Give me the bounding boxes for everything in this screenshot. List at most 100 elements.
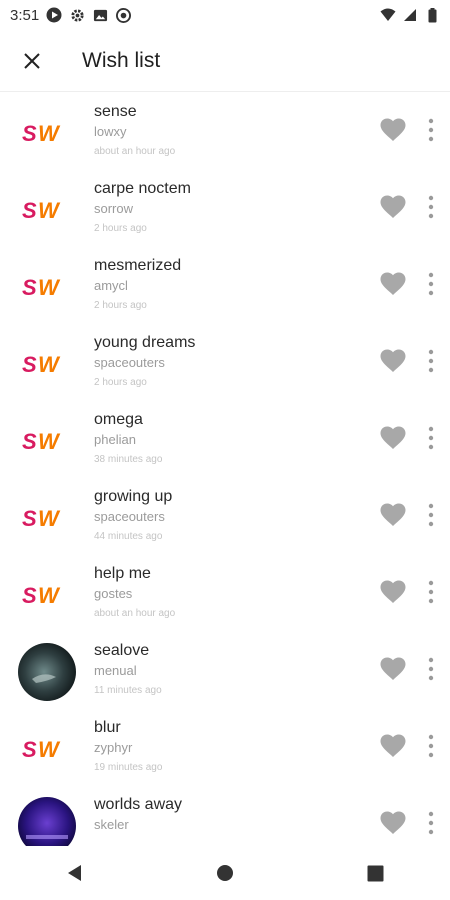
svg-text:S: S <box>22 738 37 760</box>
sw-logo: SW <box>18 258 76 316</box>
list-item-text: help me gostes about an hour ago <box>94 564 175 621</box>
track-artist: phelian <box>94 432 136 447</box>
svg-text:S: S <box>22 584 37 606</box>
sw-logo: SW <box>18 335 76 393</box>
sw-logo: SW <box>18 720 76 778</box>
track-title: help me <box>94 565 151 582</box>
list-item[interactable]: worlds away skeler <box>0 786 450 846</box>
track-artist: zyphyr <box>94 740 133 755</box>
list-item[interactable]: S W omega phelian 38 minutes ago <box>0 401 450 478</box>
favorite-button[interactable] <box>380 118 406 142</box>
favorite-button[interactable] <box>380 349 406 373</box>
list-item[interactable]: S Whelp me gostes about an hour ago <box>0 555 450 632</box>
more-options-button[interactable] <box>420 654 442 684</box>
status-time: 3:51 <box>10 6 40 24</box>
more-options-button[interactable] <box>420 269 442 299</box>
favorite-button[interactable] <box>380 811 406 835</box>
favorite-button[interactable] <box>380 426 406 450</box>
svg-text:S: S <box>22 276 37 298</box>
favorite-button[interactable] <box>380 503 406 527</box>
more-options-button[interactable] <box>420 731 442 761</box>
home-icon <box>217 865 233 881</box>
sw-logo: SW <box>18 489 76 547</box>
favorite-button[interactable] <box>380 195 406 219</box>
close-button[interactable] <box>15 44 49 78</box>
wish-list[interactable]: S Wsense lowxy about an hour ago S Wcarpe noc… <box>0 93 450 846</box>
svg-text:W: W <box>38 353 61 375</box>
favorite-button[interactable] <box>380 580 406 604</box>
added-time: 2 hours ago <box>94 377 147 388</box>
list-item-text: carpe noctem sorrow 2 hours ago <box>94 179 191 236</box>
svg-text:W: W <box>38 584 61 606</box>
added-time: about an hour ago <box>94 608 176 619</box>
heart-icon <box>380 580 406 603</box>
svg-text:W: W <box>38 738 61 760</box>
more-options-button[interactable] <box>420 346 442 376</box>
more-vert-icon <box>428 734 434 758</box>
more-options-button[interactable] <box>420 423 442 453</box>
list-item[interactable]: S W growing up spaceouters 44 minutes ago <box>0 478 450 555</box>
home-button[interactable] <box>205 853 245 893</box>
svg-text:W: W <box>38 276 61 298</box>
more-options-button[interactable] <box>420 577 442 607</box>
more-vert-icon <box>428 580 434 604</box>
list-item-text: blur zyphyr 19 minutes ago <box>94 718 162 775</box>
track-title: carpe noctem <box>94 180 191 197</box>
more-options-button[interactable] <box>420 500 442 530</box>
list-item-text: omega phelian 38 minutes ago <box>94 410 162 467</box>
album-photo <box>18 643 76 701</box>
track-title: young dreams <box>94 334 196 351</box>
track-artist: gostes <box>94 586 133 601</box>
cast-icon <box>115 7 131 23</box>
track-title: sealove <box>94 642 150 659</box>
list-item-text: mesmerized amycl 2 hours ago <box>94 256 181 313</box>
list-item[interactable]: S Wyoung dreams spaceouters 2 hours ago <box>0 324 450 401</box>
sw-logo: SW <box>18 566 76 624</box>
sw-logo: SW <box>18 412 76 470</box>
svg-text:S: S <box>22 199 37 221</box>
album-photo <box>18 797 76 846</box>
list-item[interactable]: S Wmesmerized amycl 2 hours ago <box>0 247 450 324</box>
list-item-text: growing up spaceouters 44 minutes ago <box>94 487 172 544</box>
more-options-button[interactable] <box>420 115 442 145</box>
heart-icon <box>380 349 406 372</box>
list-item[interactable]: sealove menual 11 minutes ago <box>0 632 450 709</box>
track-title: growing up <box>94 488 173 505</box>
svg-text:W: W <box>38 507 61 529</box>
svg-text:S: S <box>22 353 37 375</box>
favorite-button[interactable] <box>380 734 406 758</box>
track-title: sense <box>94 103 137 120</box>
track-artist: amycl <box>94 278 128 293</box>
list-item[interactable]: S Wcarpe noctem sorrow 2 hours ago <box>0 170 450 247</box>
recents-icon <box>367 865 383 881</box>
track-title: blur <box>94 719 121 736</box>
sw-logo: SW <box>18 104 76 162</box>
heart-icon <box>380 503 406 526</box>
track-artist: sorrow <box>94 201 134 216</box>
favorite-button[interactable] <box>380 657 406 681</box>
close-icon <box>24 52 40 69</box>
heart-icon <box>380 734 406 757</box>
back-button[interactable] <box>55 853 95 893</box>
heart-icon <box>380 811 406 834</box>
favorite-button[interactable] <box>380 272 406 296</box>
list-item-text: young dreams spaceouters 2 hours ago <box>94 333 195 390</box>
list-item[interactable]: S Wsense lowxy about an hour ago <box>0 93 450 170</box>
track-title: omega <box>94 411 143 428</box>
added-time: 44 minutes ago <box>94 531 163 542</box>
status-bar: 3:51 <box>0 0 450 30</box>
track-title: worlds away <box>94 796 183 813</box>
heart-icon <box>380 118 406 141</box>
track-artist: spaceouters <box>94 509 165 524</box>
track-artist: menual <box>94 663 137 678</box>
more-options-button[interactable] <box>420 808 442 838</box>
list-item-text: worlds away skeler <box>94 795 182 838</box>
heart-icon <box>380 195 406 218</box>
added-time: 38 minutes ago <box>94 454 163 465</box>
more-options-button[interactable] <box>420 192 442 222</box>
signal-icon <box>402 7 418 23</box>
list-item[interactable]: S Wblur zyphyr 19 minutes ago <box>0 709 450 786</box>
recents-button[interactable] <box>355 853 395 893</box>
more-vert-icon <box>428 426 434 450</box>
sw-logo: SW <box>18 181 76 239</box>
